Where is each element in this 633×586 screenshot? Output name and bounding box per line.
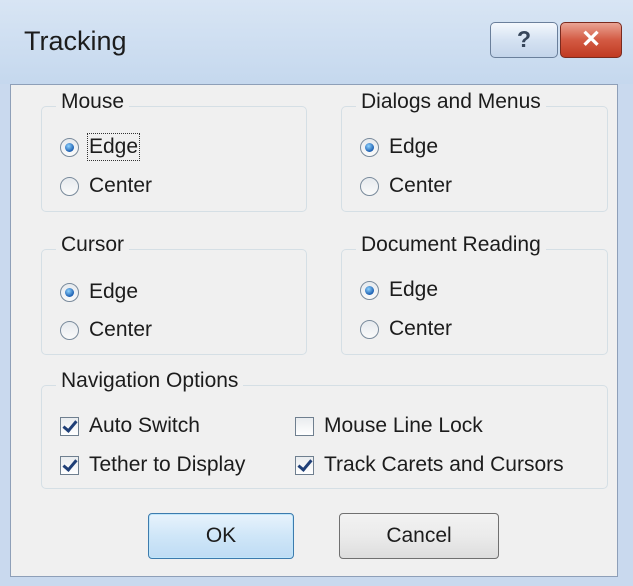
title-bar[interactable]: Tracking ? ✕ [0, 0, 633, 84]
cursor-group: Cursor Edge Center [41, 233, 307, 355]
track-carets-label: Track Carets and Cursors [324, 453, 564, 476]
tether-to-display-label: Tether to Display [89, 453, 246, 476]
auto-switch-label: Auto Switch [89, 414, 200, 437]
checkbox-checked-icon [60, 416, 79, 436]
radio-unselected-icon [60, 320, 79, 340]
radio-unselected-icon [60, 176, 79, 196]
dialogs-center-label: Center [389, 174, 453, 197]
mouse-group-legend: Mouse [56, 90, 130, 114]
mouse-group: Mouse Edge Center [41, 90, 307, 212]
mouse-edge-radio[interactable]: Edge [60, 132, 141, 162]
dialogs-menus-group: Dialogs and Menus Edge Center [341, 90, 608, 212]
radio-selected-icon [360, 137, 379, 157]
window-title: Tracking [24, 26, 127, 56]
close-icon: ✕ [580, 26, 602, 53]
close-button[interactable]: ✕ [560, 22, 622, 58]
document-reading-group-legend: Document Reading [356, 233, 546, 257]
mouse-line-lock-checkbox[interactable]: Mouse Line Lock [295, 411, 483, 441]
mouse-center-label: Center [89, 174, 153, 197]
cancel-button[interactable]: Cancel [339, 513, 499, 559]
track-carets-checkbox[interactable]: Track Carets and Cursors [295, 450, 564, 480]
mouse-center-radio[interactable]: Center [60, 171, 152, 201]
document-reading-group: Document Reading Edge Center [341, 233, 608, 355]
tether-to-display-checkbox[interactable]: Tether to Display [60, 450, 245, 480]
mouse-line-lock-label: Mouse Line Lock [324, 414, 483, 437]
ok-button[interactable]: OK [148, 513, 294, 559]
dialogs-menus-group-legend: Dialogs and Menus [356, 90, 546, 114]
radio-unselected-icon [360, 319, 379, 339]
mouse-edge-label: Edge [86, 133, 141, 161]
navigation-options-group-legend: Navigation Options [56, 369, 244, 393]
cursor-edge-radio[interactable]: Edge [60, 277, 138, 307]
help-icon: ? [516, 26, 532, 52]
checkbox-unchecked-icon [295, 416, 314, 436]
checkbox-checked-icon [60, 455, 79, 475]
cursor-center-radio[interactable]: Center [60, 315, 152, 345]
help-button[interactable]: ? [490, 22, 558, 58]
auto-switch-checkbox[interactable]: Auto Switch [60, 411, 200, 441]
radio-selected-icon [60, 282, 79, 302]
radio-unselected-icon [360, 176, 379, 196]
reading-edge-radio[interactable]: Edge [360, 275, 438, 305]
navigation-options-group: Navigation Options Auto Switch Mouse Lin… [41, 369, 608, 489]
radio-selected-icon [360, 280, 379, 300]
reading-center-label: Center [389, 317, 453, 340]
dialogs-center-radio[interactable]: Center [360, 171, 452, 201]
dialogs-edge-label: Edge [389, 135, 439, 158]
radio-selected-icon [60, 137, 79, 157]
checkbox-checked-icon [295, 455, 314, 475]
cursor-edge-label: Edge [89, 280, 139, 303]
reading-center-radio[interactable]: Center [360, 314, 452, 344]
cursor-center-label: Center [89, 318, 153, 341]
dialogs-edge-radio[interactable]: Edge [360, 132, 438, 162]
reading-edge-label: Edge [389, 278, 439, 301]
cursor-group-legend: Cursor [56, 233, 130, 257]
